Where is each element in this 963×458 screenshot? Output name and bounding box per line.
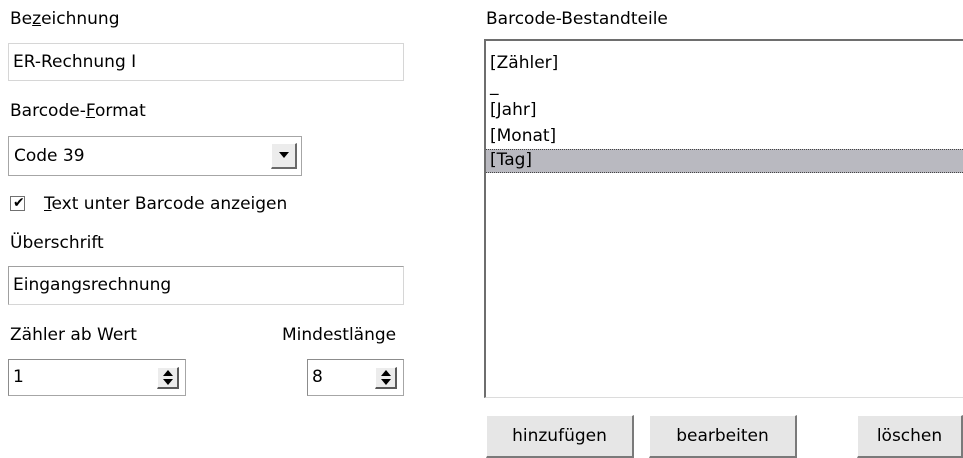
barcode-format-label: Barcode-Format xyxy=(10,101,146,121)
zaehler-spinbox[interactable]: 1 xyxy=(8,359,186,396)
delete-button[interactable]: löschen xyxy=(857,415,963,458)
checkmark-icon: ✔ xyxy=(13,195,25,211)
arrow-up-icon xyxy=(381,370,391,376)
list-item[interactable]: [Monat] xyxy=(490,125,556,147)
ueberschrift-input[interactable]: Eingangsrechnung xyxy=(8,266,404,305)
arrow-up-icon xyxy=(163,370,173,376)
edit-button[interactable]: bearbeiten xyxy=(649,415,797,458)
zaehler-label: Zähler ab Wert xyxy=(10,325,137,345)
list-item[interactable]: [Zähler] xyxy=(490,52,558,74)
mindestlaenge-spinbox[interactable]: 8 xyxy=(307,359,404,396)
barcode-bestandteile-label: Barcode-Bestandteile xyxy=(486,9,668,29)
zaehler-value: 1 xyxy=(13,367,24,387)
zaehler-spin-button[interactable] xyxy=(157,367,179,389)
barcode-format-value: Code 39 xyxy=(14,146,85,166)
chevron-down-icon xyxy=(279,152,289,158)
list-item-selected[interactable]: [Tag] xyxy=(490,149,532,171)
barcode-parts-listbox[interactable]: [Zähler] _ [Jahr] [Monat] [Tag] xyxy=(484,39,963,398)
arrow-down-icon xyxy=(381,379,391,385)
bezeichnung-label: Bezeichnung xyxy=(10,9,120,29)
bezeichnung-input[interactable]: ER-Rechnung I xyxy=(8,43,404,81)
barcode-format-select[interactable]: Code 39 xyxy=(8,136,302,176)
dropdown-button[interactable] xyxy=(271,143,297,169)
show-text-checkbox[interactable]: ✔ xyxy=(10,196,25,211)
add-button[interactable]: hinzufügen xyxy=(486,415,634,458)
ueberschrift-label: Überschrift xyxy=(10,233,104,253)
mindestlaenge-spin-button[interactable] xyxy=(375,367,397,389)
show-text-label[interactable]: Text unter Barcode anzeigen xyxy=(44,193,287,215)
list-selection-highlight xyxy=(486,149,963,173)
list-item[interactable]: _ xyxy=(490,75,499,97)
mindestlaenge-label: Mindestlänge xyxy=(282,325,397,345)
list-item[interactable]: [Jahr] xyxy=(490,99,536,121)
arrow-down-icon xyxy=(163,379,173,385)
mindestlaenge-value: 8 xyxy=(312,367,323,387)
